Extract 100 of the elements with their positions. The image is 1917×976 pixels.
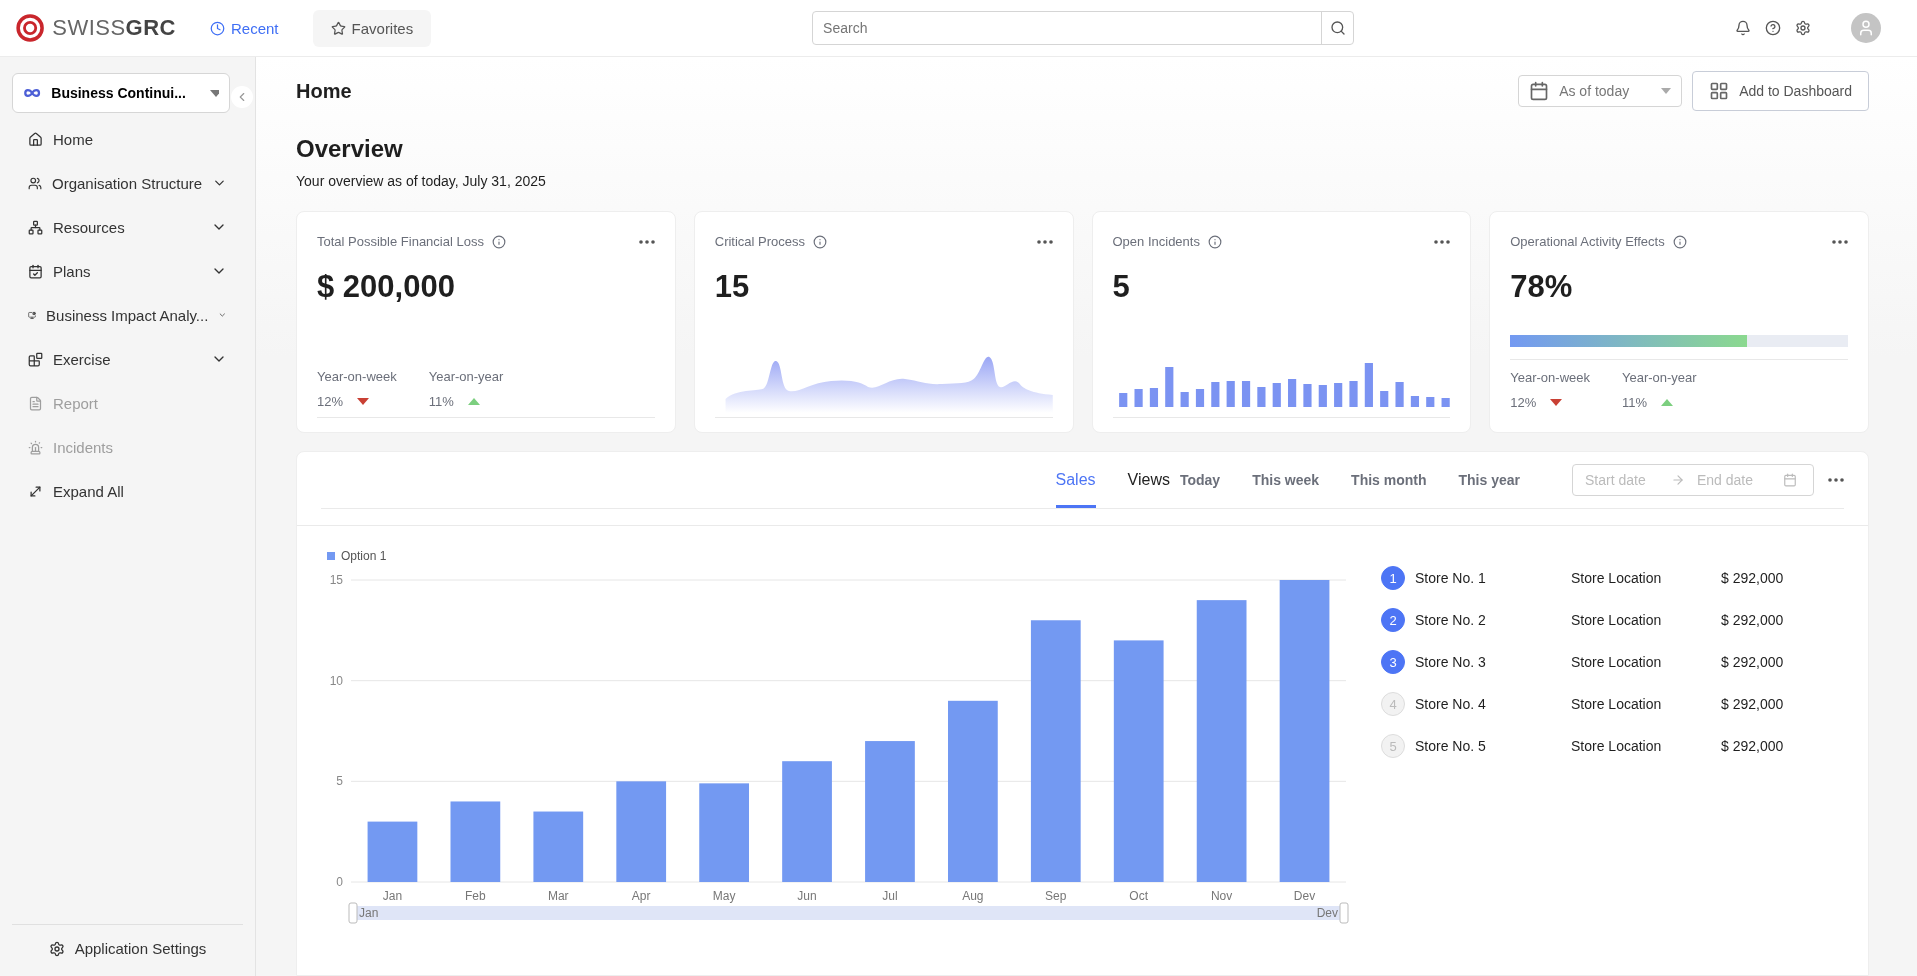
store-amount: $ 292,000 — [1721, 696, 1784, 712]
rank-badge: 2 — [1381, 608, 1405, 632]
sparkline-bar — [1149, 388, 1158, 407]
settings-icon[interactable] — [1795, 20, 1811, 36]
period-link[interactable]: This week — [1252, 472, 1320, 488]
sidebar-item[interactable]: Organisation Structure — [12, 161, 243, 205]
add-to-dashboard-button[interactable]: Add to Dashboard — [1692, 71, 1869, 111]
zoom-handle[interactable] — [1339, 902, 1349, 924]
chart-tab[interactable]: Sales — [1055, 452, 1096, 508]
search-icon — [1329, 20, 1346, 36]
logo-wordmark: SWISSGRC — [52, 15, 176, 41]
chart-tab[interactable]: Views — [1127, 452, 1170, 508]
search-field[interactable]: Search — [812, 11, 1355, 45]
zoom-end-label: Dev — [1316, 906, 1338, 920]
ellipsis-icon — [1434, 239, 1451, 244]
trend-value: 11% — [1622, 395, 1648, 410]
siren-icon — [28, 439, 43, 455]
caret-icon — [209, 89, 219, 97]
end-date-field[interactable]: End date — [1695, 471, 1773, 489]
store-location: Store Location — [1571, 738, 1663, 754]
zoom-handle[interactable] — [348, 902, 358, 924]
store-amount: $ 292,000 — [1721, 570, 1784, 586]
date-select[interactable]: As of today — [1518, 75, 1683, 107]
start-date-field[interactable]: Start date — [1583, 471, 1661, 489]
x-tick-label: Jan — [382, 889, 403, 903]
x-tick-label: Jun — [797, 889, 817, 903]
sparkline-bar — [1318, 385, 1327, 407]
card-title: Critical Process — [714, 234, 806, 249]
more-menu-button[interactable] — [1434, 239, 1451, 244]
store-name: Store No. 2 — [1415, 612, 1487, 628]
sparkline-bar — [1195, 389, 1204, 407]
more-menu-button[interactable] — [1036, 239, 1053, 244]
store-amount: $ 292,000 — [1721, 612, 1784, 628]
period-link[interactable]: Today — [1179, 472, 1221, 488]
workspace-select[interactable]: Business Continui... — [12, 73, 230, 113]
sparkline-bar — [1364, 363, 1373, 407]
store-name: Store No. 1 — [1415, 570, 1487, 586]
ellipsis-icon — [1828, 478, 1844, 482]
info-icon[interactable] — [491, 234, 506, 249]
store-name: Store No. 5 — [1415, 738, 1487, 754]
x-tick-label: Aug — [962, 889, 984, 903]
sparkline-bar — [1272, 383, 1281, 407]
people-icon — [28, 175, 42, 191]
trend-value: 12% — [317, 394, 344, 409]
bar — [367, 821, 418, 882]
document-icon — [28, 395, 43, 411]
nav-tab[interactable]: Recent — [192, 9, 297, 47]
sidebar-item[interactable]: Resources — [12, 205, 243, 249]
notifications-bell-icon[interactable] — [1735, 20, 1751, 36]
sparkline-bar — [1333, 383, 1342, 407]
ellipsis-icon — [638, 239, 655, 244]
sparkline-bar — [1395, 382, 1404, 407]
kpi-value: $ 200,000 — [317, 269, 456, 305]
sidebar-item[interactable]: Expand All — [12, 469, 243, 513]
x-tick-label: Nov — [1210, 889, 1233, 903]
star-icon — [330, 20, 346, 36]
calendar-icon — [1529, 81, 1550, 101]
period-link[interactable]: This year — [1458, 472, 1520, 488]
trend-label: Year-on-year — [428, 369, 504, 384]
kpi-value: 15 — [714, 269, 751, 305]
x-tick-label: Sep — [1045, 889, 1067, 903]
card-title: Open Incidents — [1112, 234, 1200, 249]
sparkline-bar — [1348, 381, 1358, 407]
clock-icon — [210, 20, 225, 36]
more-menu-button[interactable] — [1828, 478, 1844, 482]
more-menu-button[interactable] — [1832, 239, 1848, 244]
zoom-start-label: Jan — [359, 906, 379, 920]
trend-value: 12% — [1510, 395, 1537, 410]
search-input[interactable]: Search — [813, 20, 1322, 36]
sparkline-bar — [1410, 396, 1419, 407]
info-icon[interactable] — [1207, 234, 1222, 249]
info-icon[interactable] — [1672, 234, 1687, 249]
x-tick-label: Feb — [465, 889, 486, 903]
sidebar-item[interactable]: Home — [12, 117, 243, 161]
period-link[interactable]: This month — [1351, 472, 1427, 488]
store-name: Store No. 4 — [1415, 696, 1487, 712]
x-tick-label: Oct — [1129, 889, 1149, 903]
y-tick-label: 5 — [336, 774, 343, 789]
card-title: Operational Activity Effects — [1510, 234, 1665, 249]
sidebar-item[interactable]: Exercise — [12, 337, 243, 381]
sidebar-item[interactable]: Business Impact Analy... — [12, 293, 243, 337]
sparkline-bar — [1441, 398, 1450, 407]
more-menu-button[interactable] — [638, 239, 655, 244]
trend-label: Year-on-week — [1510, 370, 1590, 385]
nav-tab[interactable]: Favorites — [312, 9, 432, 47]
store-amount: $ 292,000 — [1721, 654, 1784, 670]
grid-icon — [1709, 81, 1730, 101]
legend-label: Option 1 — [341, 549, 387, 563]
help-icon[interactable] — [1765, 20, 1781, 36]
info-icon[interactable] — [813, 234, 828, 249]
application-settings-button[interactable]: Application Settings — [42, 939, 213, 958]
sparkline-bar — [1180, 392, 1189, 407]
page-title: Home — [296, 79, 352, 103]
x-tick-label: Dev — [1293, 889, 1316, 903]
sparkline-bar — [1302, 384, 1312, 407]
sidebar-item[interactable]: Plans — [12, 249, 243, 293]
calendar-check-icon — [28, 263, 43, 279]
rank-badge: 3 — [1381, 650, 1405, 674]
card-title: Total Possible Financial Loss — [317, 234, 484, 249]
ellipsis-icon — [1036, 239, 1053, 244]
